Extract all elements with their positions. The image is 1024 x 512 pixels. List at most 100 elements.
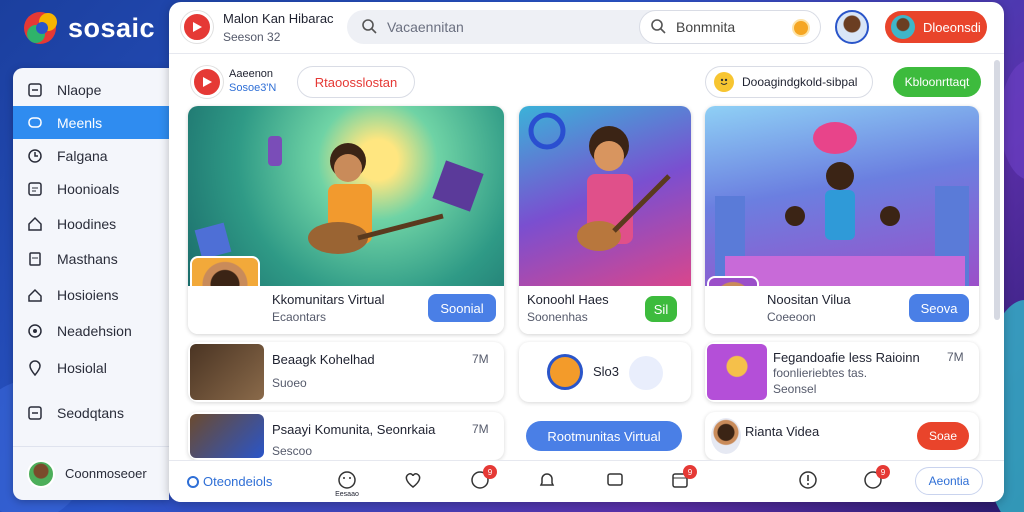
content-card[interactable]: Noositan Vilua Coeeoon Seova	[705, 106, 979, 334]
home-icon	[27, 216, 43, 232]
nav-profile-button[interactable]: 9	[860, 465, 890, 495]
search-placeholder: Vacaennitan	[387, 19, 464, 35]
list-item-title: Rianta Videa	[745, 424, 820, 439]
sidebar-item-hoonioals[interactable]: Hoonioals	[13, 172, 169, 205]
list-item-title: Slo3	[593, 364, 620, 379]
channel-sub: Sosoe3'N	[229, 82, 277, 94]
house-icon	[27, 287, 43, 303]
channel-play-icon[interactable]	[181, 11, 213, 43]
sidebar-item-nlaope[interactable]: Nlaope	[13, 73, 169, 106]
list-icon	[27, 181, 43, 197]
alert-icon	[798, 470, 818, 495]
avatar	[891, 15, 915, 39]
profile-name: Coonmoseoer	[65, 466, 147, 481]
sidebar-item-label: Hosioiens	[57, 286, 119, 303]
sidebar-item-masthans[interactable]: Masthans	[13, 242, 169, 275]
nav-bell-button[interactable]	[534, 469, 560, 495]
user-avatar[interactable]	[835, 10, 869, 44]
channel-name: Aaeenon	[229, 68, 274, 80]
search-icon	[650, 18, 666, 37]
sidebar-item-hoodines[interactable]: Hoodines	[13, 207, 169, 240]
card-info: Noositan Vilua Coeeoon Seova	[705, 286, 979, 334]
list-item-extra: Seonsel	[773, 382, 817, 396]
list-item-count: 7M	[472, 422, 489, 436]
nav-home-label: Eesaao	[335, 491, 359, 498]
card-title: Kkomunitars Virtual	[272, 292, 385, 307]
list-item-title: Fegandoafie less Raioinn	[773, 350, 920, 365]
search-icon	[361, 18, 377, 37]
sidebar-item-falgana[interactable]: Falgana	[13, 139, 169, 172]
notification-badge: 9	[683, 465, 697, 479]
brand-logo[interactable]: sosaic	[22, 8, 155, 48]
list-item-thumbnail	[190, 414, 264, 458]
content-card[interactable]: Konoohl Haes Soonenhas Sil	[519, 106, 691, 334]
bottom-nav-right-button[interactable]: Aeontia	[915, 467, 983, 495]
sidebar-item-neadehsion[interactable]: Neadehsion	[13, 314, 169, 347]
list-item-count: 7M	[472, 352, 489, 366]
list-item-button[interactable]: Soae	[917, 422, 969, 450]
status-chip[interactable]: Dooagindgkold-sibpal	[705, 66, 873, 98]
scrollbar[interactable]	[994, 60, 1000, 320]
logo-icon	[22, 8, 62, 48]
chat-bubble-icon	[27, 115, 43, 131]
content-card[interactable]: Kkomunitars Virtual Ecaontars Soonial	[188, 106, 504, 334]
sidebar-item-label: Neadehsion	[57, 322, 132, 339]
document-icon	[27, 251, 43, 267]
card-action-button[interactable]: Seova	[909, 294, 969, 322]
sidebar-item-label: Masthans	[57, 250, 118, 267]
tag-chip[interactable]: Rtaoosslostan	[297, 66, 415, 98]
sidebar-item-label: Hoonioals	[57, 180, 120, 197]
sidebar-item-seodqtans[interactable]: Seodqtans	[13, 396, 169, 429]
user-avatar	[629, 356, 663, 390]
sidebar-item-hosiolal[interactable]: Hosiolal	[13, 351, 169, 384]
card-illustration	[519, 106, 691, 286]
bottom-nav-left-link[interactable]: Oteondeiols	[187, 474, 272, 489]
list-item[interactable]: Rianta Videa Soae	[705, 412, 979, 460]
card-title: Noositan Vilua	[767, 292, 851, 307]
settings-icon	[27, 323, 43, 339]
list-item-thumbnail	[707, 344, 767, 400]
sidebar-item-hosioiens[interactable]: Hosioiens	[13, 278, 169, 311]
list-item-subtitle: Sescoo	[272, 444, 313, 458]
nav-chat-button[interactable]: 9	[467, 465, 497, 495]
card-action-button[interactable]: Soonial	[428, 294, 496, 322]
list-item[interactable]: Psaayi Komunita, Seonrkaia Sescoo 7M	[188, 412, 504, 460]
user-menu-button[interactable]: Dloeonsdi	[885, 11, 987, 43]
list-item-title: Psaayi Komunita, Seonrkaia	[272, 422, 436, 437]
sidebar-item-label: Falgana	[57, 147, 108, 164]
card-subtitle: Ecaontars	[272, 310, 327, 324]
circle-icon	[187, 475, 199, 488]
secondary-search-input[interactable]: Bonmnita	[639, 10, 821, 44]
notification-badge: 9	[483, 465, 497, 479]
sidebar-item-label: Hoodines	[57, 215, 117, 232]
sidebar-item-label: Meenls	[57, 114, 103, 131]
card-info: Konoohl Haes Soonenhas Sil	[519, 286, 691, 334]
sidebar-item-meenls[interactable]: Meenls	[13, 106, 169, 139]
list-item[interactable]: Fegandoafie less Raioinn foonlieriebtes …	[705, 342, 979, 402]
card-action-button[interactable]: Sil	[645, 296, 677, 322]
smile-emoji-icon	[714, 72, 734, 92]
list-item-thumbnail	[190, 344, 264, 400]
minus-box-icon	[27, 405, 43, 421]
list-item[interactable]: Beaagk Kohelhad Suoeo 7M	[188, 342, 504, 402]
channel-play-button[interactable]	[191, 66, 223, 98]
page-title: Malon Kan Hibarac	[223, 11, 334, 26]
avatar	[27, 459, 55, 488]
notification-badge: 9	[876, 465, 890, 479]
list-item-count: 7M	[947, 350, 964, 364]
list-item-title: Beaagk Kohelhad	[272, 352, 375, 367]
nav-alert-button[interactable]	[795, 469, 821, 495]
page-subtitle: Seeson 32	[223, 30, 281, 44]
action-button[interactable]: Kbloonrttaqt	[893, 67, 981, 97]
location-pin-icon	[27, 359, 43, 376]
list-item-thumbnail	[547, 354, 583, 390]
heart-icon	[403, 470, 423, 495]
list-item[interactable]: Slo3	[519, 342, 691, 402]
list-item-subtitle: foonlieriebtes tas.	[773, 366, 868, 380]
nav-calendar-button[interactable]: 9	[667, 465, 697, 495]
message-icon	[605, 470, 625, 495]
sidebar-profile[interactable]: Coonmoseoer	[13, 446, 169, 500]
community-button[interactable]: Rootmunitas Virtual	[526, 421, 682, 451]
nav-messages-button[interactable]	[602, 469, 628, 495]
nav-heart-button[interactable]	[400, 469, 426, 495]
